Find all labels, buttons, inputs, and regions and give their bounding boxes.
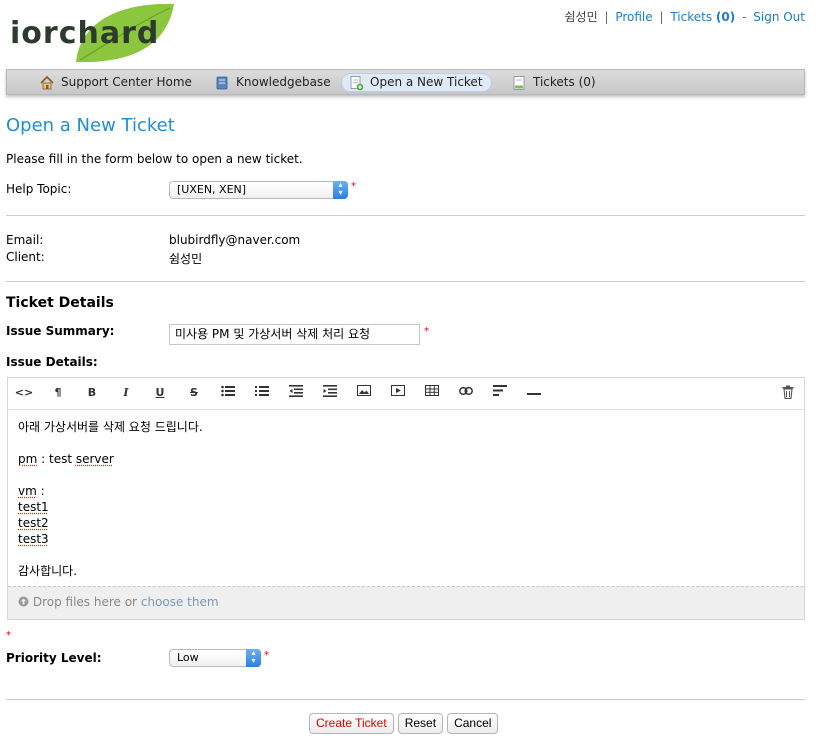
- table-icon[interactable]: [422, 385, 442, 401]
- iorchard-logo[interactable]: iorchard: [8, 2, 178, 68]
- file-dropzone[interactable]: Drop files here or choose them: [8, 586, 804, 619]
- priority-level-select[interactable]: Low ▴ ▾: [169, 649, 261, 667]
- new-ticket-icon: [350, 75, 364, 90]
- client-value: 쉼성민: [169, 252, 203, 266]
- client-label: Client:: [6, 250, 45, 264]
- intro-text: Please fill in the form below to open a …: [6, 152, 303, 166]
- select-arrows-icon: ▴ ▾: [333, 181, 348, 199]
- tickets-link[interactable]: Tickets (0): [670, 10, 735, 24]
- divider: [6, 281, 805, 282]
- unordered-list-icon[interactable]: [218, 385, 238, 401]
- required-mark: *: [424, 326, 429, 337]
- form-buttons: Create Ticket Reset Cancel: [309, 713, 499, 734]
- editor-line: 감사합니다.: [18, 564, 78, 578]
- help-topic-label: Help Topic:: [6, 182, 72, 196]
- bold-icon[interactable]: B: [82, 385, 102, 401]
- nav-support-center-home[interactable]: Support Center Home: [33, 73, 200, 92]
- email-value: blubirdfly@naver.com: [169, 233, 301, 247]
- user-name: 쉼성민: [564, 10, 598, 24]
- divider: [6, 215, 805, 216]
- reset-button[interactable]: Reset: [397, 713, 444, 734]
- editor-content[interactable]: 아래 가상서버를 삭제 요청 드립니다. pm : test server vm…: [18, 419, 203, 579]
- priority-level-label: Priority Level:: [6, 651, 102, 665]
- rich-text-editor: <> ¶ B I U S 아래 가상서버를 삭제 요청 드립니다. pm: t…: [7, 377, 805, 620]
- required-mark: *: [351, 181, 356, 192]
- cancel-button[interactable]: Cancel: [447, 713, 499, 734]
- home-icon: [40, 75, 54, 89]
- required-mark: *: [264, 650, 269, 661]
- book-icon: [216, 76, 228, 89]
- indent-icon[interactable]: [320, 385, 340, 401]
- trash-icon[interactable]: [778, 385, 798, 401]
- outdent-icon[interactable]: [286, 385, 306, 401]
- italic-icon[interactable]: I: [116, 385, 136, 401]
- help-topic-select[interactable]: [UXEN, XEN] ▴ ▾: [169, 181, 348, 199]
- upload-icon: [18, 596, 29, 607]
- horizontal-rule-icon[interactable]: [524, 385, 544, 401]
- select-arrows-icon: ▴ ▾: [246, 649, 261, 667]
- logo-text: iorchard: [10, 16, 160, 51]
- profile-link[interactable]: Profile: [615, 10, 652, 24]
- editor-toolbar: <> ¶ B I U S: [8, 378, 804, 410]
- issue-summary-label: Issue Summary:: [6, 324, 115, 338]
- create-ticket-button[interactable]: Create Ticket: [309, 713, 394, 734]
- choose-files-link[interactable]: choose them: [141, 595, 219, 609]
- required-mark: *: [6, 630, 11, 641]
- editor-line: vm :: [18, 484, 45, 498]
- nav-tickets[interactable]: Tickets (0): [505, 73, 604, 92]
- issue-details-label: Issue Details:: [6, 355, 98, 369]
- editor-line: test2: [18, 516, 49, 530]
- divider: [6, 699, 805, 700]
- email-label: Email:: [6, 233, 44, 247]
- video-icon[interactable]: [388, 385, 408, 401]
- main-nav-bar: Support Center Home Knowledgebase Open a…: [6, 69, 805, 95]
- code-view-icon[interactable]: <>: [14, 385, 34, 401]
- ordered-list-icon[interactable]: [252, 385, 272, 401]
- nav-knowledgebase[interactable]: Knowledgebase: [208, 73, 339, 92]
- link-icon[interactable]: [456, 385, 476, 401]
- tickets-count: (0): [715, 10, 736, 24]
- tickets-icon: [513, 75, 525, 90]
- strikethrough-icon[interactable]: S: [184, 385, 204, 401]
- page-title: Open a New Ticket: [6, 115, 175, 136]
- ticket-details-heading: Ticket Details: [6, 295, 114, 311]
- sign-out-link[interactable]: Sign Out: [753, 10, 805, 24]
- top-user-nav: 쉼성민 | Profile | Tickets (0) - Sign Out: [564, 10, 805, 24]
- paragraph-icon[interactable]: ¶: [48, 385, 68, 401]
- editor-line: pm : test server: [18, 452, 114, 466]
- image-icon[interactable]: [354, 385, 374, 401]
- editor-line: test1: [18, 500, 49, 514]
- align-icon[interactable]: [490, 385, 510, 401]
- nav-open-new-ticket[interactable]: Open a New Ticket: [341, 73, 492, 92]
- underline-icon[interactable]: U: [150, 385, 170, 401]
- editor-line: 아래 가상서버를 삭제 요청 드립니다.: [18, 420, 203, 434]
- issue-summary-input[interactable]: 미사용 PM 및 가상서버 삭제 처리 요청: [169, 324, 420, 345]
- editor-line: test3: [18, 532, 49, 546]
